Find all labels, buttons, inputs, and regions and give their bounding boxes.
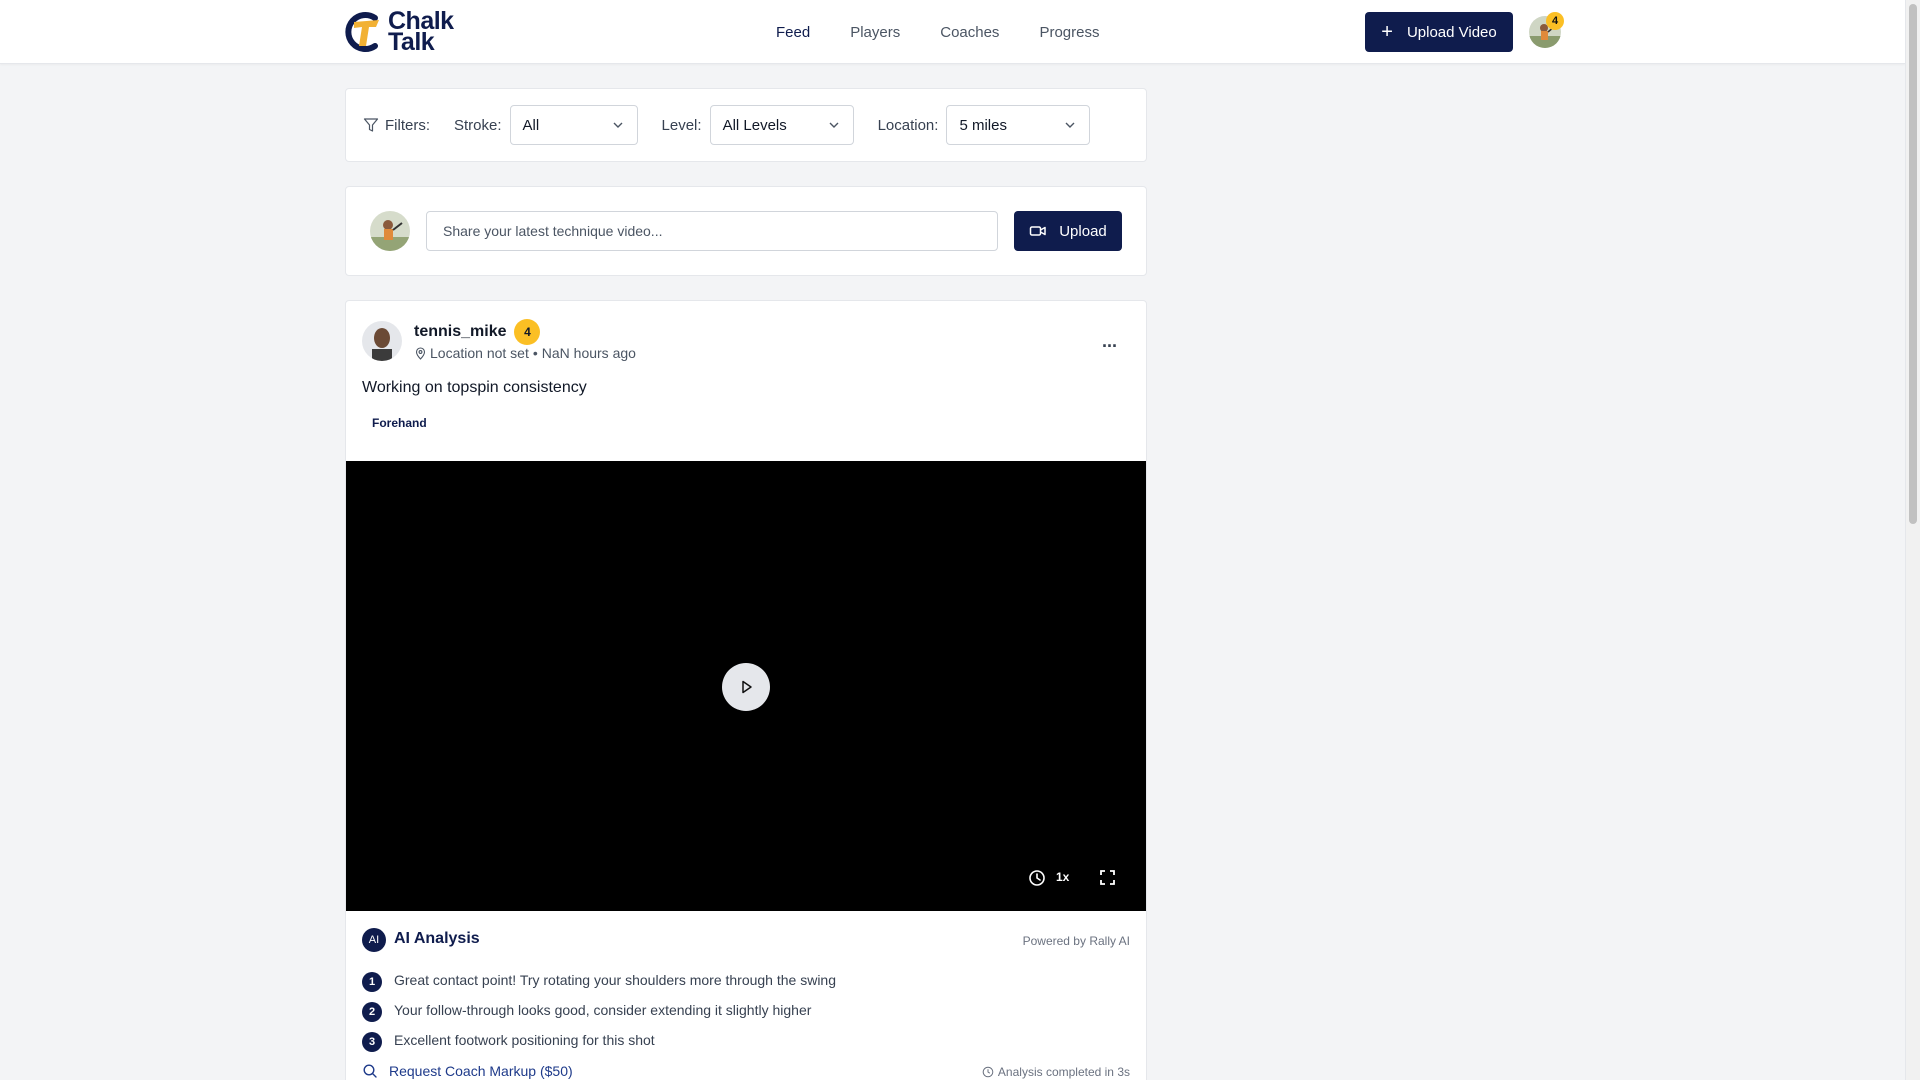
ai-feedback-item: 1 Great contact point! Try rotating your… <box>362 965 836 995</box>
feedback-number: 2 <box>362 1002 382 1022</box>
stroke-tag[interactable]: Forehand <box>362 413 437 433</box>
main-nav: Feed Players Coaches Progress <box>756 0 1119 64</box>
play-icon <box>742 680 752 694</box>
chevron-down-icon <box>1065 122 1075 128</box>
playback-speed-button[interactable]: 1x <box>1056 870 1069 884</box>
logo-text: Chalk Talk <box>388 9 454 56</box>
post-username[interactable]: tennis_mike <box>414 323 506 341</box>
ai-badge-icon: AI <box>362 928 386 952</box>
feedback-text: Your follow-through looks good, consider… <box>394 1002 812 1018</box>
page-scrollbar[interactable] <box>1905 0 1920 1080</box>
video-player[interactable]: 1x <box>346 461 1146 911</box>
analysis-completed-label: Analysis completed in 3s <box>997 1065 1130 1079</box>
avatar-photo-icon <box>362 321 402 361</box>
location-select[interactable]: 5 miles <box>946 105 1091 145</box>
avatar-photo-icon <box>370 211 410 251</box>
video-post-card: tennis_mike 4 Location not set • NaN hou… <box>345 300 1147 1080</box>
ai-feedback-item: 2 Your follow-through looks good, consid… <box>362 995 836 1025</box>
analysis-completed-status: Analysis completed in 3s <box>982 1065 1130 1079</box>
feedback-number: 1 <box>362 972 382 992</box>
nav-progress[interactable]: Progress <box>1019 24 1119 41</box>
filter-funnel-icon <box>363 118 379 132</box>
composer-avatar <box>370 211 410 251</box>
composer-upload-button[interactable]: Upload <box>1014 211 1122 251</box>
video-camera-icon <box>1029 226 1046 236</box>
request-coach-markup-link[interactable]: Request Coach Markup ($50) <box>362 1063 573 1079</box>
nav-feed[interactable]: Feed <box>756 24 830 41</box>
scrollbar-thumb[interactable] <box>1909 4 1917 524</box>
level-filter-label: Level: <box>661 116 702 134</box>
top-navigation-bar: Chalk Talk Feed Players Coaches Progress… <box>0 0 1905 64</box>
play-button[interactable] <box>722 663 770 711</box>
ai-analysis-title: AI Analysis <box>394 930 480 947</box>
nav-players[interactable]: Players <box>830 24 920 41</box>
chevron-down-icon <box>829 122 839 128</box>
request-coach-markup-label: Request Coach Markup ($50) <box>389 1063 573 1079</box>
filters-label: Filters: <box>385 116 430 134</box>
logo-line-2: Talk <box>388 28 435 56</box>
feedback-text: Great contact point! Try rotating your s… <box>394 972 837 988</box>
skill-level-badge: 4 <box>514 319 541 345</box>
meta-separator: • <box>532 345 538 361</box>
post-meta: Location not set • NaN hours ago <box>414 345 636 361</box>
powered-by-label: Powered by Rally AI <box>1022 934 1130 948</box>
notification-badge: 4 <box>1546 12 1564 30</box>
ai-feedback-list: 1 Great contact point! Try rotating your… <box>362 965 836 1055</box>
post-author: tennis_mike 4 <box>414 319 541 345</box>
filters-card: Filters: Stroke: All Level: All Levels L… <box>345 88 1147 162</box>
search-icon <box>363 1064 377 1078</box>
chalk-talk-logo[interactable]: Chalk Talk <box>345 8 454 56</box>
map-pin-icon <box>415 346 426 360</box>
upload-video-label: Upload Video <box>1406 23 1497 41</box>
post-timestamp: NaN hours ago <box>541 345 636 361</box>
more-options-button[interactable]: ... <box>1102 331 1117 352</box>
level-select[interactable]: All Levels <box>709 105 854 145</box>
location-filter-label: Location: <box>877 116 939 134</box>
level-select-value: All Levels <box>722 116 787 134</box>
filter-row: Filters: Stroke: All Level: All Levels L… <box>363 105 1091 145</box>
stroke-select-value: All <box>522 116 540 134</box>
stroke-filter-label: Stroke: <box>454 116 502 134</box>
nav-coaches[interactable]: Coaches <box>920 24 1019 41</box>
logo-mark-icon <box>345 12 379 52</box>
fullscreen-icon[interactable] <box>1099 869 1116 886</box>
plus-icon: + <box>1381 21 1393 43</box>
ai-analysis-header: AI AI Analysis Powered by Rally AI <box>362 928 1130 952</box>
ai-feedback-item: 3 Excellent footwork positioning for thi… <box>362 1025 836 1055</box>
chevron-down-icon <box>613 122 623 128</box>
post-caption: Working on topspin consistency <box>362 379 587 396</box>
post-author-avatar[interactable] <box>362 321 402 361</box>
feedback-number: 3 <box>362 1032 382 1052</box>
feedback-text: Excellent footwork positioning for this … <box>394 1032 655 1048</box>
clock-icon <box>982 1066 994 1078</box>
share-video-input[interactable] <box>426 211 998 251</box>
post-location: Location not set <box>430 345 529 361</box>
clock-icon[interactable] <box>1028 869 1046 887</box>
upload-video-button[interactable]: + Upload Video <box>1365 12 1513 52</box>
composer-upload-label: Upload <box>1059 222 1107 240</box>
stroke-select[interactable]: All <box>509 105 638 145</box>
location-select-value: 5 miles <box>959 116 1007 134</box>
composer-card: Upload <box>345 186 1147 276</box>
